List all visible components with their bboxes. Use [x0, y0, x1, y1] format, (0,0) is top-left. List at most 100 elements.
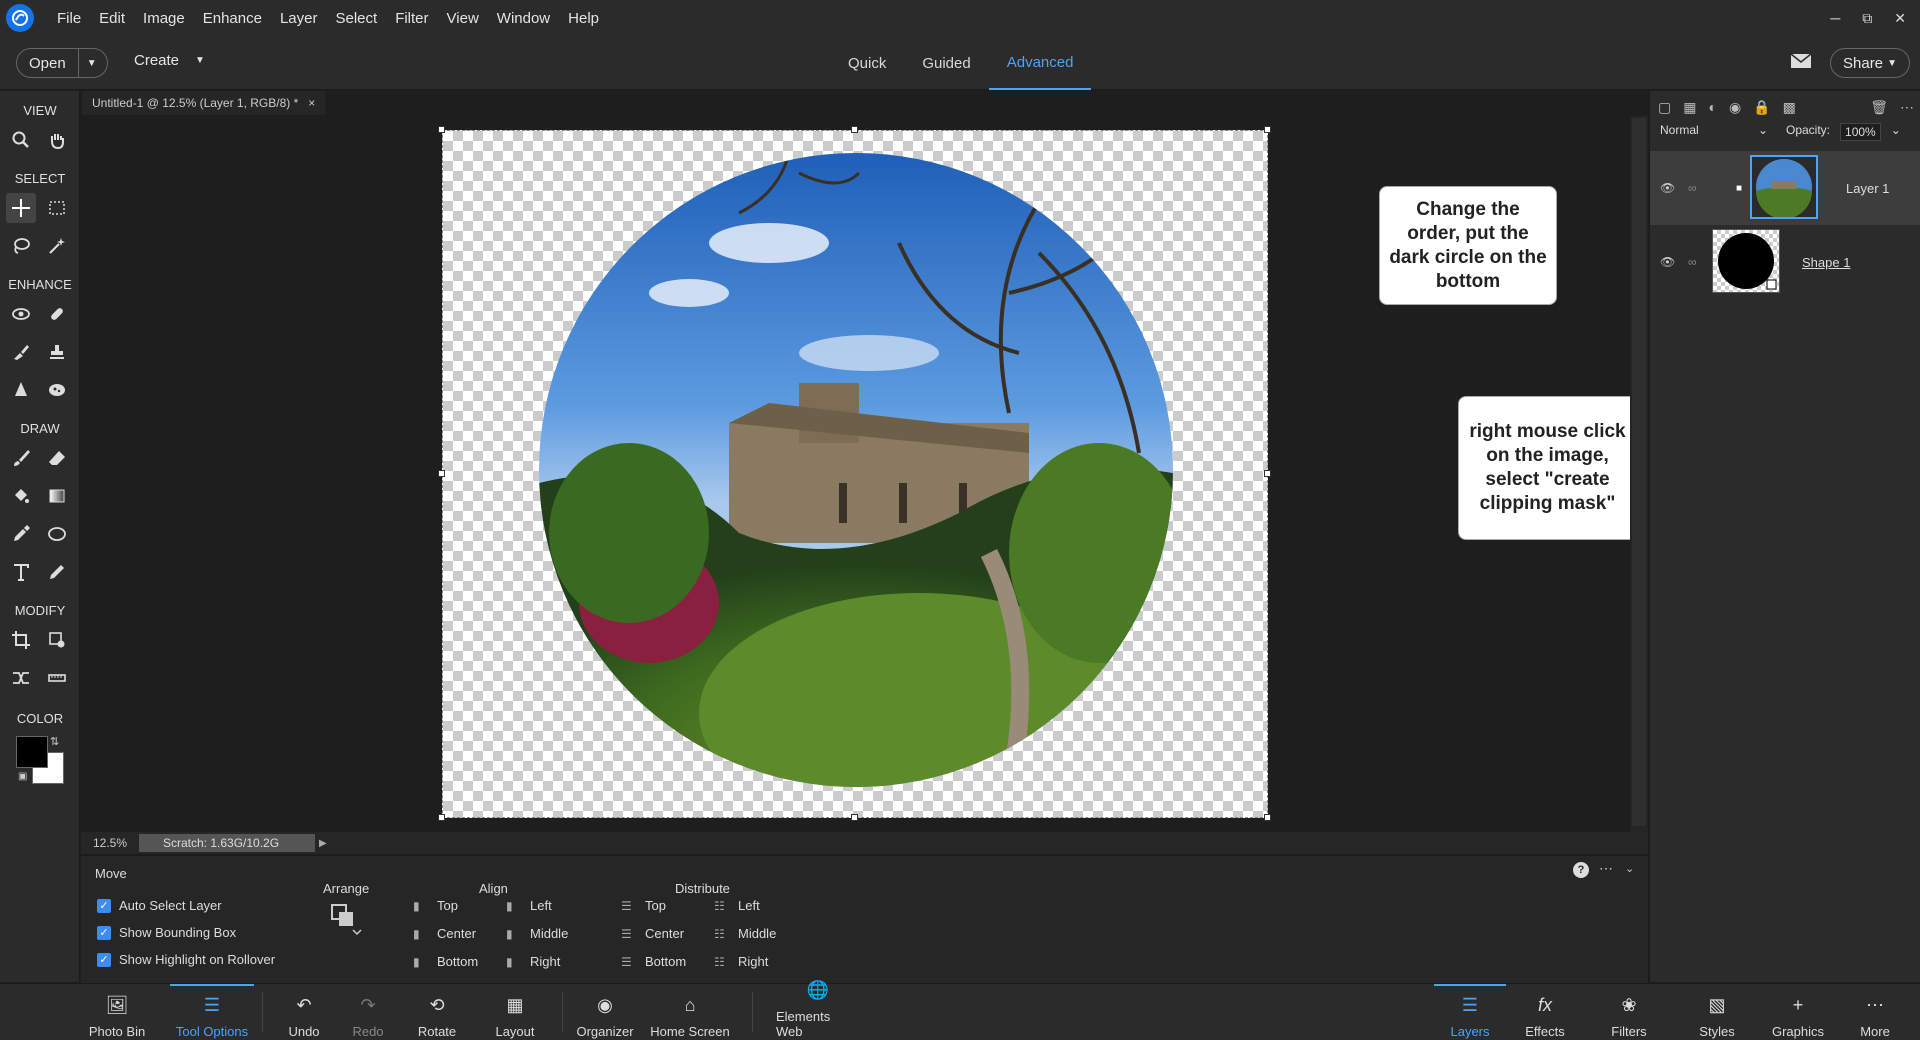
gradient-tool-icon[interactable]: [42, 481, 72, 511]
close-tab-icon[interactable]: ×: [308, 96, 315, 110]
chevron-down-icon[interactable]: ⌄: [1891, 123, 1901, 141]
opacity-field[interactable]: 100%: [1840, 123, 1881, 141]
app-logo-icon[interactable]: [6, 4, 34, 32]
distribute-center-button[interactable]: ☰ Center: [621, 926, 684, 941]
transform-handle[interactable]: [438, 470, 445, 477]
menu-filter[interactable]: Filter: [386, 10, 437, 27]
undo-button[interactable]: ↶ Undo: [284, 984, 324, 1040]
foreground-color-swatch[interactable]: [16, 736, 48, 768]
blend-mode-select[interactable]: Normal ⌄: [1660, 123, 1768, 143]
transform-handle[interactable]: [851, 814, 858, 821]
pencil-tool-icon[interactable]: [42, 557, 72, 587]
lock-transparency-icon[interactable]: ▩: [1783, 99, 1796, 116]
close-window-icon[interactable]: ✕: [1894, 10, 1906, 27]
align-middle-button[interactable]: ▮ Middle: [506, 926, 568, 941]
shape-thumbnail[interactable]: [1712, 229, 1780, 293]
circular-photo[interactable]: [539, 153, 1173, 787]
hand-tool-icon[interactable]: [42, 125, 72, 155]
zoom-tool-icon[interactable]: [6, 125, 36, 155]
straighten-tool-icon[interactable]: [42, 663, 72, 693]
chevron-down-icon[interactable]: ▼: [79, 58, 105, 69]
layers-button[interactable]: ☰ Layers: [1434, 984, 1506, 1040]
transform-handle[interactable]: [438, 814, 445, 821]
menu-layer[interactable]: Layer: [271, 10, 327, 27]
restore-icon[interactable]: ⧉: [1862, 10, 1872, 27]
recompose-tool-icon[interactable]: [42, 625, 72, 655]
transform-handle[interactable]: [1264, 814, 1271, 821]
marquee-tool-icon[interactable]: [42, 193, 72, 223]
filters-button[interactable]: ❀ Filters: [1604, 984, 1654, 1040]
align-left-button[interactable]: ▮ Left: [506, 898, 552, 913]
default-colors-icon[interactable]: ▣: [18, 771, 27, 782]
menu-enhance[interactable]: Enhance: [194, 10, 271, 27]
more-button[interactable]: ⋯ More: [1850, 984, 1900, 1040]
tool-options-button[interactable]: ☰ Tool Options: [170, 984, 254, 1040]
open-button[interactable]: Open ▼: [16, 48, 108, 78]
clone-stamp-icon[interactable]: [42, 337, 72, 367]
visibility-eye-icon[interactable]: 👁: [1660, 181, 1675, 195]
distribute-right-button[interactable]: ☷ Right: [714, 954, 768, 969]
align-top-button[interactable]: ▮ Top: [413, 898, 458, 913]
eyedropper-icon[interactable]: [6, 519, 36, 549]
distribute-top-button[interactable]: ☰ Top: [621, 898, 666, 913]
align-right-button[interactable]: ▮ Right: [506, 954, 560, 969]
menu-window[interactable]: Window: [488, 10, 559, 27]
eraser-tool-icon[interactable]: [42, 443, 72, 473]
arrange-icon[interactable]: [329, 902, 363, 936]
share-button[interactable]: Share ▼: [1830, 48, 1910, 78]
align-center-button[interactable]: ▮ Center: [413, 926, 476, 941]
ellipse-tool-icon[interactable]: [42, 519, 72, 549]
redo-button[interactable]: ↷ Redo: [348, 984, 388, 1040]
transform-handle[interactable]: [1264, 470, 1271, 477]
create-button[interactable]: Create ▼: [134, 52, 205, 69]
menu-edit[interactable]: Edit: [90, 10, 134, 27]
photo-bin-button[interactable]: 🖼 Photo Bin: [86, 984, 148, 1040]
smart-brush-icon[interactable]: [6, 337, 36, 367]
menu-view[interactable]: View: [438, 10, 488, 27]
mail-icon[interactable]: [1790, 52, 1812, 70]
transform-handle[interactable]: [438, 126, 445, 133]
crop-tool-icon[interactable]: [6, 625, 36, 655]
help-icon[interactable]: ?: [1573, 862, 1589, 878]
new-layer-icon[interactable]: ▢: [1658, 99, 1671, 116]
tab-advanced[interactable]: Advanced: [988, 36, 1092, 90]
transform-handle[interactable]: [851, 126, 858, 133]
rotate-button[interactable]: ⟲ Rotate: [412, 984, 462, 1040]
delete-layer-icon[interactable]: 🗑: [1870, 99, 1888, 116]
brush-tool-icon[interactable]: [6, 443, 36, 473]
menu-file[interactable]: File: [48, 10, 90, 27]
blur-tool-icon[interactable]: [6, 375, 36, 405]
distribute-left-button[interactable]: ☷ Left: [714, 898, 760, 913]
link-icon[interactable]: ∞: [1688, 181, 1697, 195]
home-screen-button[interactable]: ⌂ Home Screen: [650, 984, 730, 1040]
menu-select[interactable]: Select: [326, 10, 386, 27]
align-bottom-button[interactable]: ▮ Bottom: [413, 954, 478, 969]
swap-colors-icon[interactable]: ⇅: [50, 735, 59, 748]
tab-quick[interactable]: Quick: [830, 36, 904, 90]
show-bounding-box-checkbox[interactable]: ✓ Show Bounding Box: [97, 925, 236, 940]
type-tool-icon[interactable]: [6, 557, 36, 587]
new-group-icon[interactable]: ▦: [1683, 99, 1696, 116]
layer-thumbnail[interactable]: [1750, 155, 1818, 219]
elements-web-button[interactable]: 🌐 Elements Web: [776, 980, 860, 1040]
layer-name[interactable]: Shape 1: [1802, 255, 1850, 270]
link-icon[interactable]: ∞: [1688, 255, 1697, 269]
effects-button[interactable]: fx Effects: [1520, 984, 1570, 1040]
red-eye-icon[interactable]: [6, 299, 36, 329]
menu-help[interactable]: Help: [559, 10, 608, 27]
lock-all-icon[interactable]: 🔒: [1753, 99, 1770, 116]
scrollbar-thumb[interactable]: [1632, 118, 1646, 826]
distribute-bottom-button[interactable]: ☰ Bottom: [621, 954, 686, 969]
minimize-icon[interactable]: ─: [1830, 10, 1840, 27]
lasso-tool-icon[interactable]: [6, 231, 36, 261]
layer-row-shape1[interactable]: 👁 ∞ Shape 1: [1650, 225, 1920, 299]
move-tool-icon[interactable]: [6, 193, 36, 223]
tab-guided[interactable]: Guided: [904, 36, 988, 90]
document-tab[interactable]: Untitled-1 @ 12.5% (Layer 1, RGB/8) * ×: [82, 91, 326, 115]
paint-bucket-icon[interactable]: [6, 481, 36, 511]
panel-menu-icon[interactable]: ⋯: [1900, 99, 1914, 116]
healing-brush-icon[interactable]: [42, 299, 72, 329]
collapse-panel-icon[interactable]: ⌄: [1625, 862, 1634, 875]
layout-button[interactable]: ▦ Layout: [490, 984, 540, 1040]
layer-row-layer1[interactable]: 👁 ∞ ■ Layer 1: [1650, 151, 1920, 225]
